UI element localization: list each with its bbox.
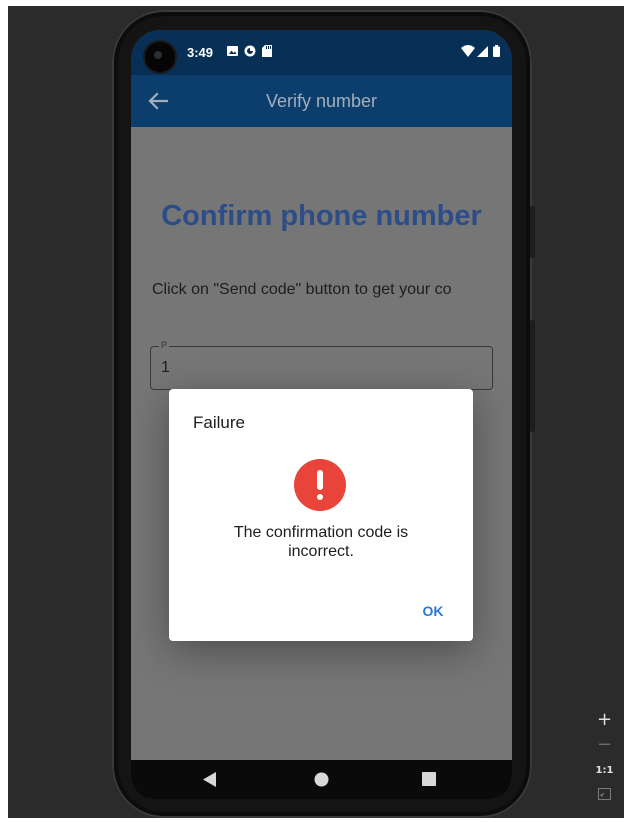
front-camera xyxy=(145,42,175,72)
sync-notification-icon xyxy=(244,45,256,57)
error-icon-dot xyxy=(317,494,323,500)
error-icon-bar xyxy=(317,470,323,490)
device-screen: 3:49 Verify number Confirm phone number … xyxy=(131,30,512,799)
volume-button[interactable] xyxy=(530,320,535,432)
zoom-out-button[interactable]: − xyxy=(591,734,618,755)
verify-page-content: Confirm phone number Click on "Send code… xyxy=(131,127,512,760)
actual-size-button[interactable]: 1:1 xyxy=(591,765,618,776)
battery-icon xyxy=(493,45,500,57)
nav-home-icon[interactable] xyxy=(314,772,329,787)
zoom-in-button[interactable]: + xyxy=(591,709,618,730)
phone-number-field[interactable]: P 1 xyxy=(150,340,493,390)
status-time: 3:49 xyxy=(187,45,214,60)
page-heading: Confirm phone number xyxy=(161,200,482,232)
emulator-zoom-controls: + − 1:1 xyxy=(591,707,618,805)
navigation-bar xyxy=(131,760,512,799)
status-bar: 3:49 xyxy=(131,30,512,75)
app-bar-title: Verify number xyxy=(265,91,378,111)
dialog-title: Failure xyxy=(193,413,245,432)
dialog-message: The confirmation code is incorrect. xyxy=(233,524,409,560)
fit-screen-icon[interactable] xyxy=(598,788,611,800)
cellular-signal-icon xyxy=(477,46,488,57)
power-button[interactable] xyxy=(530,206,535,258)
image-notification-icon xyxy=(227,46,238,56)
nav-recents-icon[interactable] xyxy=(422,772,436,786)
failure-dialog: Failure The confirmation code is incorre… xyxy=(169,389,473,641)
phone-field-value: 1 xyxy=(161,359,170,376)
phone-field-label: P xyxy=(159,340,170,350)
app-bar: Verify number xyxy=(131,75,512,127)
ok-button[interactable]: OK xyxy=(412,597,454,625)
wifi-icon xyxy=(461,45,475,57)
instruction-text: Click on "Send code" button to get your … xyxy=(152,281,452,298)
error-icon xyxy=(294,459,346,511)
nav-back-icon[interactable] xyxy=(203,772,217,787)
sd-card-icon xyxy=(262,45,272,57)
